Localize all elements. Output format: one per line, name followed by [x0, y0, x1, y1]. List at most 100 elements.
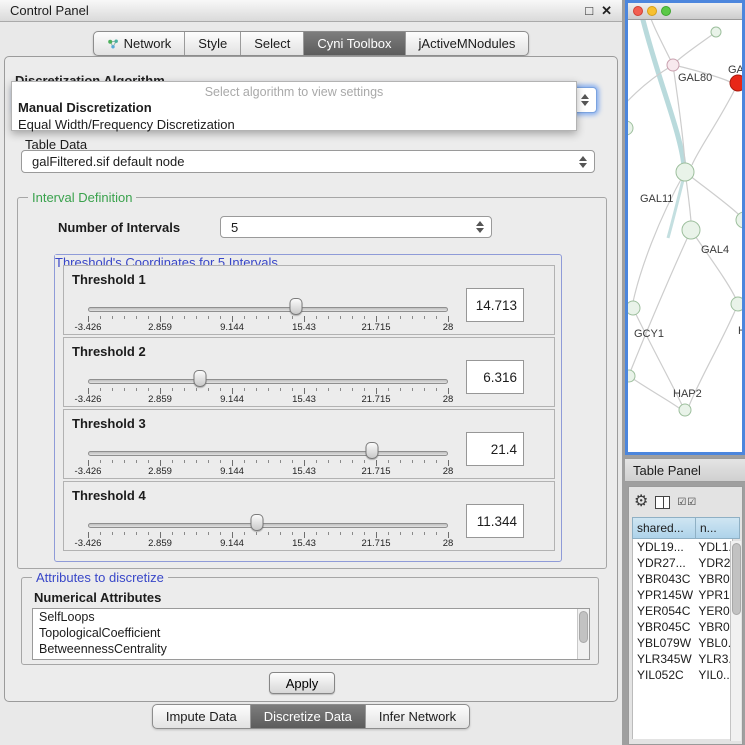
network-view-window[interactable]: GAL80 GA GAL11 GAL4 GCY1 H HAP2 — [625, 0, 745, 455]
attribute-list-item[interactable]: TopologicalCoefficient — [33, 625, 589, 641]
table-scrollbar[interactable] — [730, 541, 741, 741]
scale-label: 2.859 — [148, 466, 172, 477]
scale-label: 9.144 — [220, 538, 244, 549]
popup-option-manual-discretization[interactable]: Manual Discretization — [12, 99, 576, 116]
slider-scale-labels: -3.4262.8599.14415.4321.71528 — [88, 322, 448, 334]
tab-style[interactable]: Style — [185, 32, 241, 55]
panel-title: Control Panel — [10, 3, 89, 18]
tab-select[interactable]: Select — [241, 32, 304, 55]
network-node — [736, 212, 742, 228]
gear-icon[interactable]: ⚙ — [634, 494, 648, 510]
attribute-list-item[interactable]: SelfLoops — [33, 609, 589, 625]
node-label-hap2: HAP2 — [673, 388, 702, 400]
close-icon[interactable]: ✕ — [601, 4, 612, 17]
slider-thumb[interactable] — [366, 442, 379, 459]
table-cell: YER0... — [694, 603, 732, 619]
tab-label: Impute Data — [166, 709, 237, 724]
table-cell: YPR1... — [694, 587, 732, 603]
table-cell: YBL079W — [633, 635, 694, 651]
scale-label: 15.43 — [292, 322, 316, 333]
network-canvas[interactable]: GAL80 GA GAL11 GAL4 GCY1 H HAP2 — [628, 20, 742, 452]
checkbox-icons[interactable]: ☑☑ — [677, 497, 697, 508]
popup-hint-text: Select algorithm to view settings — [12, 82, 576, 99]
slider-thumb[interactable] — [193, 370, 206, 387]
combo-stepper-icon — [581, 94, 589, 106]
number-of-intervals-value: 5 — [221, 220, 476, 235]
table-cell: YBR0... — [694, 571, 732, 587]
threshold-row: Threshold 4-3.4262.8599.14415.4321.71528… — [63, 481, 555, 551]
table-cell: YER054C — [633, 603, 694, 619]
popup-option-equal-width-frequency[interactable]: Equal Width/Frequency Discretization — [12, 116, 576, 133]
slider-thumb[interactable] — [251, 514, 264, 531]
threshold-row: Threshold 1-3.4262.8599.14415.4321.71528… — [63, 265, 555, 335]
table-data-combo[interactable]: galFiltered.sif default node — [21, 150, 595, 173]
scale-label: 2.859 — [148, 394, 172, 405]
scale-label: -3.426 — [75, 538, 102, 549]
scale-label: 2.859 — [148, 538, 172, 549]
zoom-window-icon[interactable] — [661, 6, 671, 16]
apply-button[interactable]: Apply — [269, 672, 335, 694]
network-node — [676, 163, 694, 181]
table-row[interactable]: YIL052CYIL0... — [633, 667, 732, 683]
network-node — [628, 301, 640, 315]
scale-label: 28 — [443, 538, 454, 549]
table-cell: YDR2... — [694, 555, 732, 571]
table-cell: YDR27... — [633, 555, 694, 571]
columns-icon[interactable] — [655, 496, 670, 509]
minimize-window-icon[interactable] — [647, 6, 657, 16]
tab-discretize-data[interactable]: Discretize Data — [251, 705, 366, 728]
scale-label: 9.144 — [220, 394, 244, 405]
minimize-icon[interactable]: □ — [585, 4, 593, 17]
table-cell: YBR043C — [633, 571, 694, 587]
table-cell: YLR345W — [633, 651, 694, 667]
tab-label: Select — [254, 36, 290, 51]
attribute-list-item[interactable]: BetweennessCentrality — [33, 641, 589, 657]
tab-infer-network[interactable]: Infer Network — [366, 705, 469, 728]
table-row[interactable]: YBR043CYBR0... — [633, 571, 732, 587]
scale-label: 21.715 — [361, 466, 390, 477]
network-graph: GAL80 GA GAL11 GAL4 GCY1 H HAP2 — [628, 20, 742, 452]
table-row[interactable]: YPR145WYPR1... — [633, 587, 732, 603]
table-row[interactable]: YLR345WYLR3... — [633, 651, 732, 667]
threshold-value-field[interactable]: 6.316 — [466, 360, 524, 394]
list-scrollbar[interactable] — [577, 609, 589, 659]
table-cell: YDL19... — [633, 539, 694, 555]
slider-track[interactable] — [88, 451, 448, 456]
close-window-icon[interactable] — [633, 6, 643, 16]
combo-stepper-icon — [579, 156, 587, 168]
column-header-shared[interactable]: shared... — [632, 517, 696, 539]
top-tab-bar: NetworkStyle Select Cyni ToolboxjActiveMNo… — [93, 31, 530, 56]
network-node — [731, 297, 742, 311]
column-header-name[interactable]: n... — [696, 517, 740, 539]
network-node — [628, 370, 635, 382]
tab-impute-data[interactable]: Impute Data — [153, 705, 251, 728]
table-row[interactable]: YBL079WYBL0... — [633, 635, 732, 651]
table-cell: YBR045C — [633, 619, 694, 635]
scale-label: 9.144 — [220, 466, 244, 477]
slider-track[interactable] — [88, 307, 448, 312]
network-window-titlebar — [628, 3, 742, 20]
numerical-attributes-list[interactable]: SelfLoopsTopologicalCoefficientBetweenne… — [32, 608, 590, 660]
threshold-value-field[interactable]: 14.713 — [466, 288, 524, 322]
table-row[interactable]: YDR27...YDR2... — [633, 555, 732, 571]
scale-label: 21.715 — [361, 538, 390, 549]
threshold-row: Threshold 3-3.4262.8599.14415.4321.71528… — [63, 409, 555, 479]
tab-cyni-toolbox[interactable]: Cyni Toolbox — [304, 32, 405, 55]
tab-network[interactable]: Network — [94, 32, 186, 55]
slider-track[interactable] — [88, 379, 448, 384]
threshold-value-field[interactable]: 21.4 — [466, 432, 524, 466]
slider-scale-labels: -3.4262.8599.14415.4321.71528 — [88, 538, 448, 550]
threshold-rows-container: Threshold 1-3.4262.8599.14415.4321.71528… — [63, 265, 555, 553]
number-of-intervals-combo[interactable]: 5 — [220, 216, 492, 238]
tab-jactivemnodules[interactable]: jActiveMNodules — [406, 32, 529, 55]
slider-scale-labels: -3.4262.8599.14415.4321.71528 — [88, 466, 448, 478]
table-row[interactable]: YBR045CYBR0... — [633, 619, 732, 635]
attributes-to-discretize-group: Attributes to discretize Numerical Attri… — [21, 577, 599, 665]
threshold-value-field[interactable]: 11.344 — [466, 504, 524, 538]
table-row[interactable]: YDL19...YDL1... — [633, 539, 732, 555]
slider-track[interactable] — [88, 523, 448, 528]
table-row[interactable]: YER054CYER0... — [633, 603, 732, 619]
threshold-label: Threshold 2 — [72, 344, 146, 359]
slider-thumb[interactable] — [289, 298, 302, 315]
node-label-gcy1: GCY1 — [634, 328, 664, 340]
